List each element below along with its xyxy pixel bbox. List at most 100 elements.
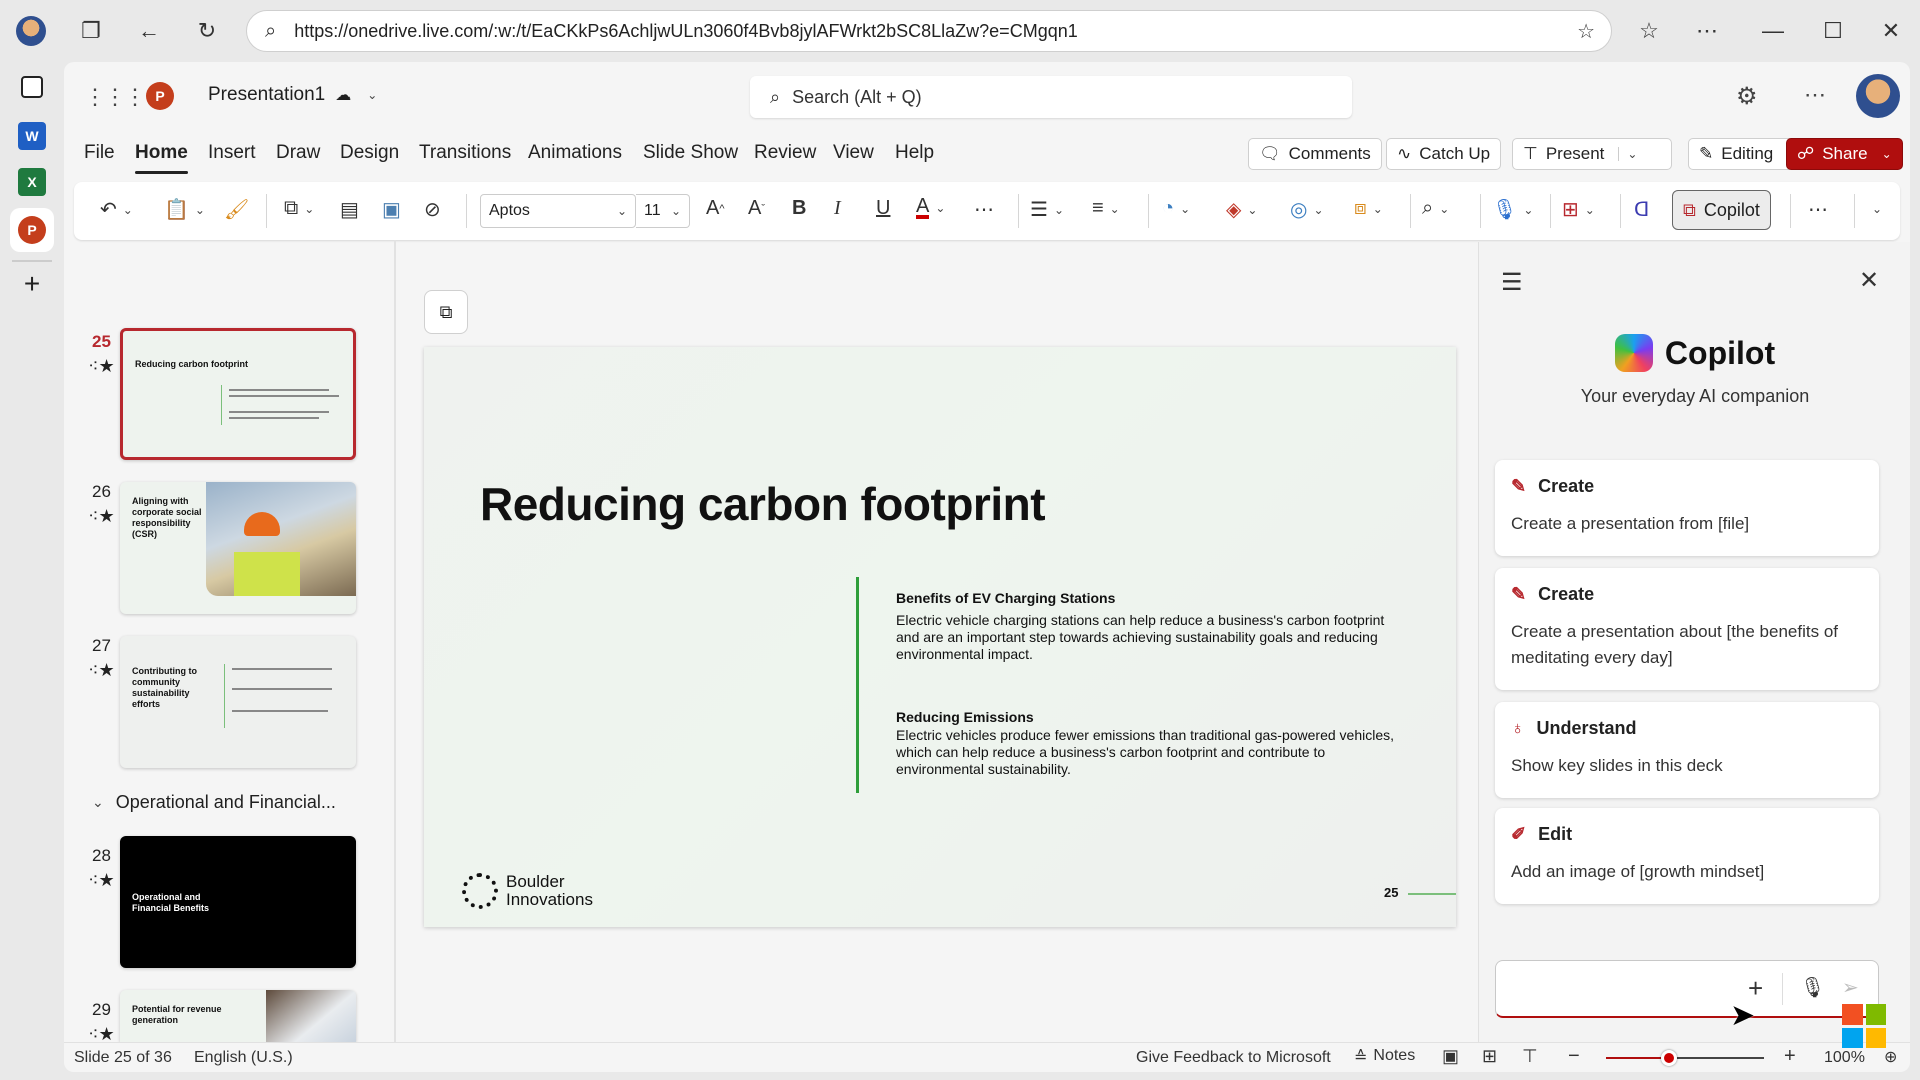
notes-button[interactable]: ≙ Notes (1354, 1047, 1415, 1067)
user-avatar[interactable] (1856, 74, 1900, 118)
feedback-link[interactable]: Give Feedback to Microsoft (1136, 1049, 1331, 1067)
reuse-slides-icon[interactable]: ▤ (340, 197, 359, 222)
prompt-card-create-about[interactable]: ✎ Create Create a presentation about [the… (1495, 568, 1879, 690)
shape-fill-button[interactable]: ◈ ⌄ (1226, 197, 1257, 222)
favorites-icon[interactable]: ☆ (1632, 14, 1666, 48)
settings-gear-icon[interactable]: ⚙ (1736, 82, 1758, 111)
slide-thumbnail-28[interactable]: Operational and Financial Benefits (120, 836, 356, 968)
document-title[interactable]: Presentation1 ☁ ⌄ (208, 84, 377, 106)
format-painter-icon[interactable]: 🖌 (224, 197, 249, 222)
slide-thumbnail-29[interactable]: Potential for revenue generation (120, 990, 356, 1042)
language-indicator[interactable]: English (U.S.) (194, 1049, 293, 1067)
pane-divider[interactable] (394, 240, 396, 1042)
bold-icon[interactable]: B (792, 197, 806, 220)
close-window-icon[interactable]: ✕ (1874, 14, 1908, 48)
zoom-level[interactable]: 100% (1824, 1049, 1865, 1067)
shape-outline-button[interactable]: ◎ ⌄ (1290, 197, 1324, 222)
tab-review[interactable]: Review (754, 142, 816, 164)
font-name-select[interactable]: Aptos ⌄ (480, 194, 636, 228)
copilot-ribbon-button[interactable]: ⧉ Copilot (1672, 190, 1771, 230)
slide-body-section-1[interactable]: Benefits of EV Charging Stations Electri… (896, 590, 1396, 663)
zoom-slider-thumb[interactable] (1661, 1050, 1678, 1066)
paste-button[interactable]: 📋 ⌄ (164, 197, 205, 222)
word-icon[interactable]: W (18, 122, 46, 150)
search-box[interactable]: ⌕ Search (Alt + Q) (750, 76, 1352, 118)
profile-avatar[interactable] (14, 14, 48, 48)
prompt-card-create-from-file[interactable]: ✎ Create Create a presentation from [file… (1495, 460, 1879, 556)
powerpoint-tile[interactable]: P (10, 208, 54, 252)
tab-animations[interactable]: Animations (528, 142, 622, 164)
present-dropdown-icon[interactable]: ⌄ (1618, 147, 1637, 161)
add-favorite-icon[interactable]: ☆ (1577, 19, 1595, 44)
reading-view-icon[interactable]: ⊤ (1522, 1046, 1538, 1067)
loop-icon[interactable]: ᗡ (1634, 197, 1649, 222)
tab-design[interactable]: Design (340, 142, 399, 164)
increase-font-icon[interactable]: A ^ (706, 197, 725, 220)
undo-button[interactable]: ↶ ⌄ (100, 197, 133, 222)
prompt-card-edit[interactable]: ✐ Edit Add an image of [growth mindset] (1495, 808, 1879, 904)
decrease-font-icon[interactable]: Aˇ (748, 197, 765, 220)
slide-thumbnail-25[interactable]: Reducing carbon footprint (120, 328, 356, 460)
slide-thumbnail-26[interactable]: Aligning with corporate social responsib… (120, 482, 356, 614)
align-button[interactable]: ≡ ⌄ (1092, 197, 1120, 220)
copilot-menu-icon[interactable]: ☰ (1501, 268, 1523, 297)
present-button[interactable]: ⊤ Present ⌄ (1512, 138, 1672, 170)
underline-icon[interactable]: U (876, 197, 890, 220)
tab-view[interactable]: View (833, 142, 874, 164)
hide-slide-icon[interactable]: ⊘ (424, 197, 441, 222)
slide-body-section-2[interactable]: Reducing Emissions Electric vehicles pro… (896, 709, 1396, 778)
tab-home[interactable]: Home (135, 142, 188, 174)
tab-actions-icon[interactable]: ❐ (74, 14, 108, 48)
more-options-icon[interactable]: ⋯ (1804, 82, 1826, 108)
add-icon[interactable]: + (18, 268, 46, 299)
microphone-icon[interactable]: 🎙 (1800, 975, 1825, 1000)
slide-canvas[interactable]: Reducing carbon footprint Benefits of EV… (424, 347, 1456, 927)
app-launcher-icon[interactable]: ⋮⋮⋮ (84, 84, 146, 110)
excel-icon[interactable]: X (18, 168, 46, 196)
fit-to-window-icon[interactable]: ⊕ (1884, 1047, 1897, 1067)
font-size-select[interactable]: 11 ⌄ (636, 194, 690, 228)
shapes-button[interactable]: ◔ ⌄ (1162, 197, 1190, 220)
more-font-options-icon[interactable]: ⋯ (974, 197, 994, 222)
expand-ribbon-icon[interactable]: ⌄ (1866, 202, 1882, 216)
slide-thumbnail-27[interactable]: Contributing to community sustainability… (120, 636, 356, 768)
zoom-out-icon[interactable]: − (1568, 1045, 1580, 1068)
minimize-icon[interactable]: — (1756, 14, 1790, 48)
zoom-in-icon[interactable]: + (1784, 1045, 1796, 1068)
copilot-input[interactable]: + 🎙 ➢ (1495, 960, 1879, 1018)
dictate-button[interactable]: 🎙 ⌄ (1492, 197, 1533, 222)
sidebar-panel-icon[interactable] (21, 76, 43, 98)
comments-button[interactable]: 🗨 Comments (1248, 138, 1382, 170)
font-color-button[interactable]: A ⌄ (916, 196, 945, 219)
copilot-slide-button[interactable]: ⧉ (424, 290, 468, 334)
share-button[interactable]: ☍ Share ⌄ (1786, 138, 1903, 170)
more-ribbon-options-icon[interactable]: ⋯ (1808, 197, 1828, 222)
designer-icon[interactable]: ▣ (382, 197, 401, 222)
find-button[interactable]: ⌕ ⌄ (1422, 197, 1449, 220)
arrange-button[interactable]: ⧈ ⌄ (1354, 197, 1383, 220)
maximize-icon[interactable]: ☐ (1816, 14, 1850, 48)
back-icon[interactable]: ← (132, 14, 166, 48)
bullets-button[interactable]: ☰ ⌄ (1030, 197, 1064, 222)
more-icon[interactable]: ⋯ (1690, 14, 1724, 48)
tab-draw[interactable]: Draw (276, 142, 320, 164)
normal-view-icon[interactable]: ▣ (1442, 1046, 1459, 1067)
tab-help[interactable]: Help (895, 142, 934, 164)
new-slide-button[interactable]: ⧉ ⌄ (284, 197, 314, 220)
italic-icon[interactable]: I (834, 197, 841, 220)
slide-sorter-icon[interactable]: ⊞ (1482, 1046, 1497, 1067)
prompt-card-understand[interactable]: ♁ Understand Show key slides in this deck (1495, 702, 1879, 798)
address-bar[interactable]: ⌕ https://onedrive.live.com/:w:/t/EaCKkP… (246, 10, 1612, 52)
section-header[interactable]: ⌄ Operational and Financial... (92, 792, 336, 813)
tab-file[interactable]: File (84, 142, 115, 164)
tab-transitions[interactable]: Transitions (419, 142, 511, 164)
add-ins-button[interactable]: ⊞ ⌄ (1562, 197, 1595, 222)
send-icon[interactable]: ➢ (1842, 975, 1859, 1000)
catch-up-button[interactable]: ∿ Catch Up (1386, 138, 1502, 170)
zoom-slider[interactable] (1606, 1050, 1764, 1066)
close-copilot-icon[interactable]: ✕ (1859, 266, 1879, 295)
slide-title[interactable]: Reducing carbon footprint (480, 477, 1046, 531)
refresh-icon[interactable]: ↻ (190, 14, 224, 48)
tab-insert[interactable]: Insert (208, 142, 256, 164)
tab-slide-show[interactable]: Slide Show (643, 142, 738, 164)
